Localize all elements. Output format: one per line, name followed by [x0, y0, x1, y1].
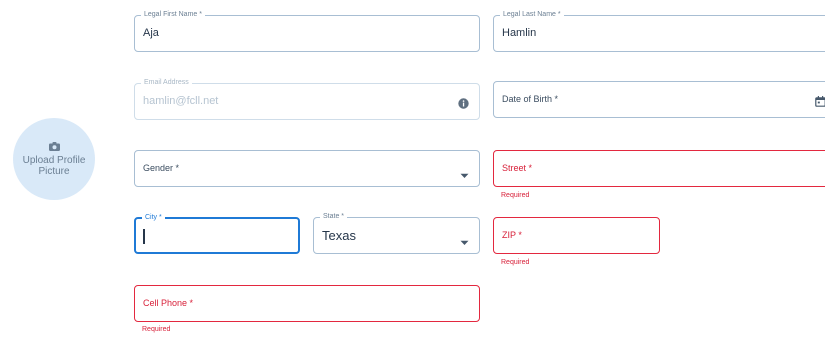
zip-error: Required: [501, 259, 530, 266]
first-name-label: Legal First Name *: [141, 10, 205, 20]
street-field[interactable]: Street *: [493, 150, 825, 187]
street-label: Street *: [502, 163, 533, 173]
chevron-down-icon: [460, 166, 469, 184]
info-icon[interactable]: [458, 96, 469, 114]
city-label: City *: [142, 213, 165, 223]
state-select[interactable]: State * Texas: [313, 212, 480, 254]
email-value: hamlin@fcll.net: [143, 95, 219, 107]
last-name-label: Legal Last Name *: [500, 10, 564, 20]
chevron-down-icon: [460, 233, 469, 251]
text-cursor: [143, 229, 145, 244]
upload-label-line1: Upload Profile: [22, 154, 86, 166]
camera-icon: [48, 141, 60, 151]
zip-label: ZIP *: [502, 230, 522, 240]
state-value: Texas: [322, 228, 356, 243]
upload-label-line2: Picture: [38, 165, 70, 177]
first-name-field[interactable]: Legal First Name * Aja: [134, 10, 480, 52]
cell-phone-label: Cell Phone *: [143, 298, 194, 308]
calendar-icon[interactable]: [815, 94, 825, 112]
last-name-value: Hamlin: [502, 27, 537, 39]
cell-phone-field[interactable]: Cell Phone *: [134, 285, 480, 322]
date-of-birth-label: Date of Birth *: [502, 94, 559, 104]
upload-profile-picture-button[interactable]: Upload Profile Picture: [13, 118, 95, 200]
zip-field[interactable]: ZIP *: [493, 217, 660, 254]
date-of-birth-field[interactable]: Date of Birth *: [493, 81, 825, 118]
gender-label: Gender *: [143, 163, 180, 173]
state-label: State *: [320, 212, 348, 222]
email-label: Email Address: [141, 78, 192, 88]
cell-phone-error: Required: [142, 326, 171, 333]
first-name-value: Aja: [143, 27, 159, 39]
city-field[interactable]: City *: [134, 213, 300, 254]
last-name-field[interactable]: Legal Last Name * Hamlin: [493, 10, 825, 52]
gender-select[interactable]: Gender *: [134, 150, 480, 187]
street-error: Required: [501, 192, 530, 199]
email-field: Email Address hamlin@fcll.net: [134, 78, 480, 120]
